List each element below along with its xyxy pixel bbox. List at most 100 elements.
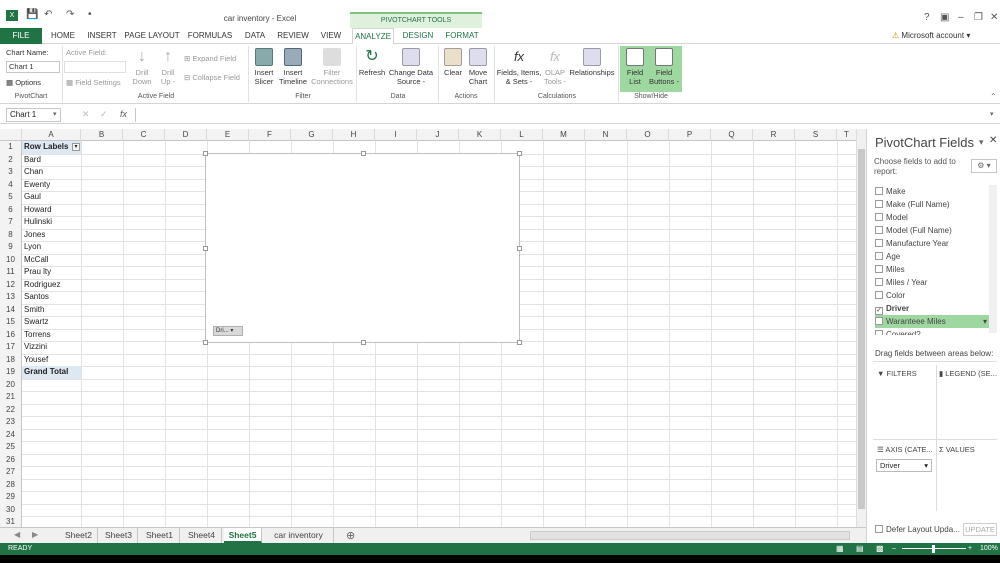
column-header[interactable]: G — [291, 129, 333, 141]
vertical-scrollbar[interactable] — [856, 129, 866, 530]
close-pane-icon[interactable]: ✕ — [989, 135, 997, 146]
column-header[interactable]: F — [249, 129, 291, 141]
field-list-scrollbar[interactable] — [989, 185, 997, 333]
resize-handle[interactable] — [517, 246, 522, 251]
name-box-dropdown-icon[interactable]: ▾ — [53, 110, 57, 118]
row-label-cell[interactable]: Vizzini — [22, 341, 81, 354]
restore-icon[interactable]: ❐ — [974, 12, 983, 23]
column-header[interactable]: Q — [711, 129, 753, 141]
drill-up-button[interactable]: ↑ Drill Up - — [156, 48, 180, 86]
tab-format[interactable]: FORMAT — [442, 28, 482, 44]
update-button[interactable]: UPDATE — [963, 523, 997, 536]
resize-handle[interactable] — [517, 151, 522, 156]
field-settings-button[interactable]: ▦ Field Settings — [66, 78, 121, 87]
filter-dropdown-icon[interactable]: ▾ — [72, 143, 80, 151]
change-data-source-button[interactable]: Change Data Source - — [386, 48, 436, 86]
zoom-out-icon[interactable]: – — [892, 543, 896, 555]
column-header[interactable]: D — [165, 129, 207, 141]
column-header[interactable]: S — [795, 129, 837, 141]
row-label-cell[interactable]: Torrens — [22, 329, 81, 342]
field-item[interactable]: Color — [875, 289, 991, 302]
row-header[interactable]: 10 — [0, 253, 22, 266]
row-label-cell[interactable]: Jones — [22, 229, 81, 242]
row-label-cell[interactable]: Hulinski — [22, 216, 81, 229]
column-header[interactable]: I — [375, 129, 417, 141]
row-header[interactable]: 17 — [0, 341, 22, 354]
row-header[interactable]: 9 — [0, 241, 22, 254]
row-header[interactable]: 25 — [0, 441, 22, 454]
field-item[interactable]: Make (Full Name) — [875, 198, 991, 211]
checkbox-icon[interactable] — [875, 252, 883, 260]
row-header[interactable]: 11 — [0, 266, 22, 279]
row-label-cell[interactable]: Prau lty — [22, 266, 81, 279]
row-header[interactable]: 7 — [0, 216, 22, 229]
row-header[interactable]: 29 — [0, 491, 22, 504]
chart-name-input[interactable]: Chart 1 — [6, 61, 60, 73]
checkbox-icon[interactable] — [875, 213, 883, 221]
sheet-tab-active[interactable]: Sheet5 — [224, 528, 262, 543]
checkbox-icon[interactable] — [875, 265, 883, 273]
axis-field-driver[interactable]: Driver ▾ — [876, 459, 932, 472]
clear-button[interactable]: Clear — [440, 48, 466, 77]
close-icon[interactable]: ✕ — [990, 12, 998, 23]
field-item[interactable]: Model (Full Name) — [875, 224, 991, 237]
field-item[interactable]: ✓ Driver — [875, 302, 991, 315]
column-header[interactable]: H — [333, 129, 375, 141]
help-icon[interactable]: ? — [924, 12, 930, 23]
defer-layout-checkbox[interactable]: Defer Layout Upda... — [875, 525, 960, 534]
scroll-thumb[interactable] — [858, 149, 865, 509]
resize-handle[interactable] — [203, 246, 208, 251]
page-layout-view-icon[interactable]: ▤ — [856, 543, 864, 555]
column-header[interactable]: P — [669, 129, 711, 141]
row-header[interactable]: 18 — [0, 353, 22, 366]
row-header[interactable]: 8 — [0, 228, 22, 241]
filter-connections-button[interactable]: Filter Connections — [310, 48, 354, 86]
add-sheet-icon[interactable]: ⊕ — [346, 529, 355, 542]
column-header[interactable]: B — [81, 129, 123, 141]
options-button[interactable]: ▦ Options — [6, 78, 41, 87]
column-header[interactable]: K — [459, 129, 501, 141]
row-label-cell[interactable]: Gaul — [22, 191, 81, 204]
worksheet-grid[interactable]: ABCDEFGHIJKLMNOPQRST 1 Row Labels ▾ 2 Bard 3 C… — [0, 129, 856, 530]
column-header[interactable]: A — [22, 129, 81, 141]
formula-input[interactable] — [135, 108, 995, 122]
drill-down-button[interactable]: ↓ Drill Down — [130, 48, 154, 86]
row-label-cell[interactable]: Swartz — [22, 316, 81, 329]
tab-design[interactable]: DESIGN — [398, 28, 438, 44]
row-header[interactable]: 2 — [0, 153, 22, 166]
field-list-button[interactable]: Field List — [622, 48, 648, 86]
tab-file[interactable]: FILE — [0, 28, 42, 44]
insert-slicer-button[interactable]: Insert Slicer — [250, 48, 278, 86]
checkbox-checked-icon[interactable]: ✓ — [875, 307, 883, 315]
row-label-cell[interactable]: Smith — [22, 304, 81, 317]
collapse-ribbon-icon[interactable]: ⌃ — [990, 92, 997, 101]
checkbox-icon[interactable] — [875, 291, 883, 299]
row-label-cell[interactable]: Howard — [22, 204, 81, 217]
relationships-button[interactable]: Relationships — [568, 48, 616, 77]
ribbon-display-icon[interactable]: ▣ — [940, 12, 949, 23]
row-header[interactable]: 13 — [0, 291, 22, 304]
row-label-cell[interactable]: Chan — [22, 166, 81, 179]
zoom-level[interactable]: 100% — [980, 543, 998, 555]
zoom-slider-thumb[interactable] — [932, 545, 935, 553]
tab-analyze[interactable]: ANALYZE — [352, 28, 394, 45]
row-label-cell[interactable]: Rodriguez — [22, 279, 81, 292]
select-all-corner[interactable] — [0, 129, 22, 141]
minimize-icon[interactable]: – — [958, 12, 964, 23]
column-header[interactable]: E — [207, 129, 249, 141]
tab-view[interactable]: VIEW — [316, 28, 346, 44]
row-header[interactable]: 24 — [0, 428, 22, 441]
normal-view-icon[interactable]: ▦ — [836, 543, 844, 555]
scroll-right-icon[interactable]: ▶ — [32, 530, 38, 539]
horizontal-scrollbar[interactable] — [530, 531, 850, 540]
checkbox-icon[interactable] — [875, 278, 883, 286]
field-item[interactable]: Model — [875, 211, 991, 224]
resize-handle[interactable] — [517, 340, 522, 345]
column-header[interactable]: M — [543, 129, 585, 141]
chart-field-button[interactable]: Dri... ▾ — [213, 326, 243, 336]
checkbox-icon[interactable] — [875, 330, 883, 335]
cancel-icon[interactable]: ✕ — [82, 109, 90, 120]
row-header[interactable]: 15 — [0, 316, 22, 329]
row-header[interactable]: 30 — [0, 503, 22, 516]
sheet-tab[interactable]: car inventory — [264, 528, 334, 543]
